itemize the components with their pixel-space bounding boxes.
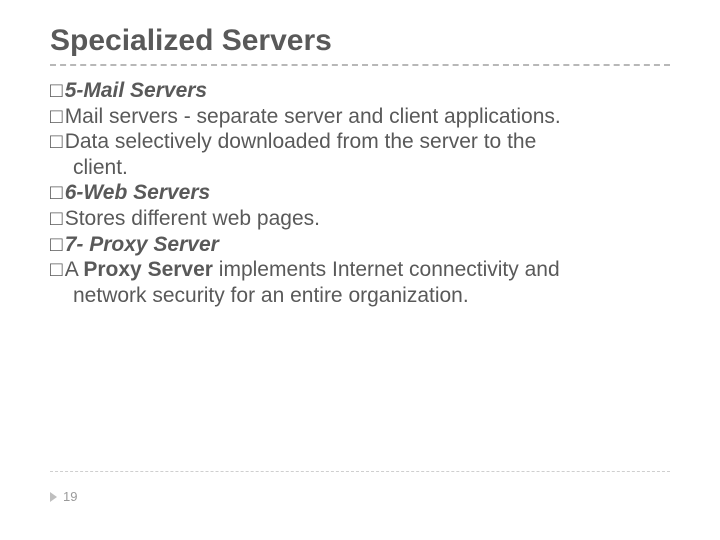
text-run: Data xyxy=(65,130,109,153)
line-7-cont: network security for an entire organizat… xyxy=(50,283,670,309)
text-run: 6-Web Servers xyxy=(65,181,211,204)
line-2: □Mail servers - separate server and clie… xyxy=(50,104,670,130)
line-3-cont: client. xyxy=(50,155,670,181)
page-number: 19 xyxy=(63,489,77,504)
text-run: Proxy Server xyxy=(83,258,213,281)
square-bullet-icon: □ xyxy=(50,206,63,232)
text-run: network security for an entire organizat… xyxy=(73,284,469,307)
text-run: implements Internet connectivity and xyxy=(213,258,560,281)
square-bullet-icon: □ xyxy=(50,78,63,104)
text-run: client. xyxy=(73,156,128,179)
square-bullet-icon: □ xyxy=(50,104,63,130)
text-run: servers - separate server and client app… xyxy=(103,105,561,128)
line-5: □Stores different web pages. xyxy=(50,206,670,232)
text-run: A xyxy=(65,258,84,281)
text-run: selectively downloaded from the server t… xyxy=(109,130,536,153)
square-bullet-icon: □ xyxy=(50,129,63,155)
square-bullet-icon: □ xyxy=(50,257,63,283)
footer-divider xyxy=(50,471,670,472)
line-6: □7- Proxy Server xyxy=(50,232,670,258)
page-title: Specialized Servers xyxy=(50,24,670,58)
text-run: 5-Mail Servers xyxy=(65,79,207,102)
title-divider xyxy=(50,64,670,66)
triangle-right-icon xyxy=(50,492,57,502)
text-run: different web pages. xyxy=(125,207,320,230)
text-run: Mail xyxy=(65,105,104,128)
square-bullet-icon: □ xyxy=(50,232,63,258)
text-run: 7- xyxy=(65,233,84,256)
body-text: □5-Mail Servers □Mail servers - separate… xyxy=(50,78,670,308)
footer: 19 xyxy=(50,489,77,504)
square-bullet-icon: □ xyxy=(50,180,63,206)
slide: Specialized Servers □5-Mail Servers □Mai… xyxy=(0,0,720,540)
line-3: □Data selectively downloaded from the se… xyxy=(50,129,670,155)
line-7: □A Proxy Server implements Internet conn… xyxy=(50,257,670,283)
text-run: Stores xyxy=(65,207,126,230)
line-1: □5-Mail Servers xyxy=(50,78,670,104)
line-4: □6-Web Servers xyxy=(50,180,670,206)
text-run: Proxy Server xyxy=(83,233,218,256)
